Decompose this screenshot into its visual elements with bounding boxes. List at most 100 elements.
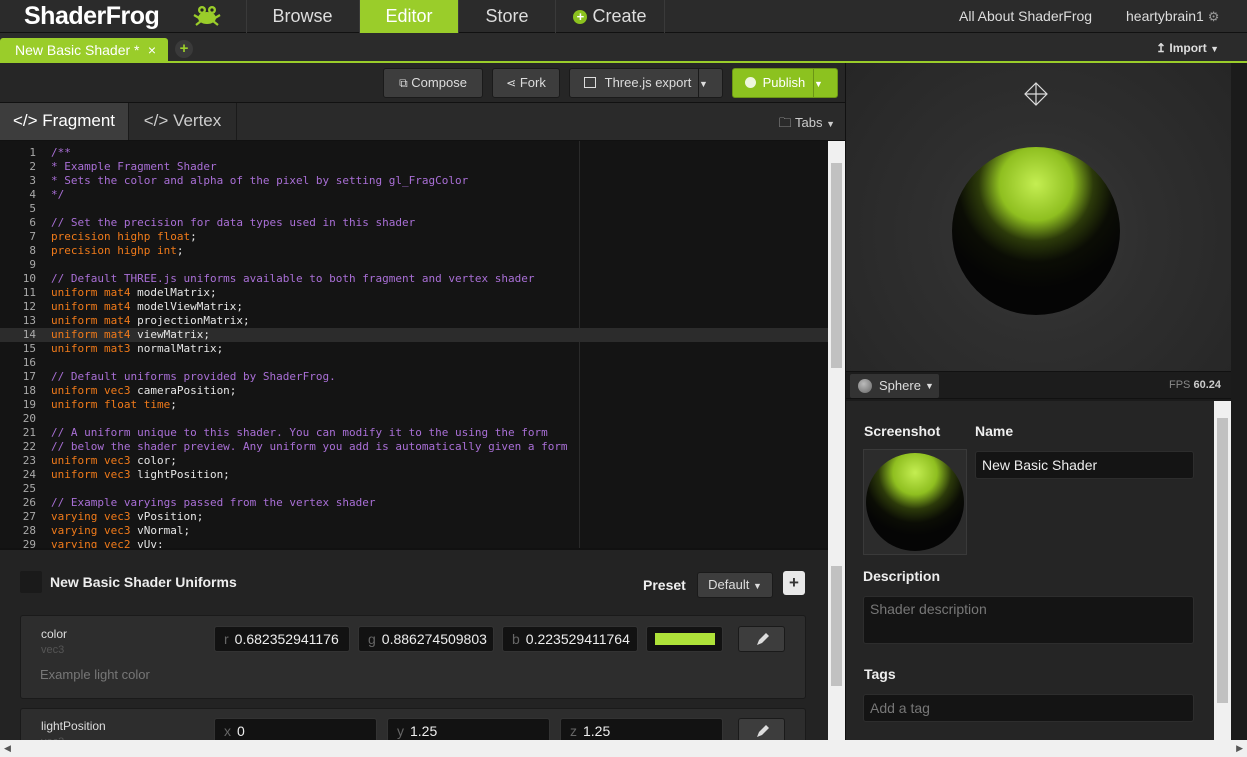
- color-b-field[interactable]: b 0.223529411764: [502, 626, 638, 652]
- code-line[interactable]: 12 uniform mat4 modelViewMatrix;: [0, 300, 828, 314]
- logo-text[interactable]: ShaderFrog: [24, 2, 160, 31]
- light-x-field[interactable]: x0: [214, 718, 377, 740]
- code-line[interactable]: 26 // Example varyings passed from the ve…: [0, 496, 828, 510]
- details-scrollbar[interactable]: [1214, 401, 1231, 740]
- r-label: r: [224, 631, 229, 647]
- threejs-export-button[interactable]: Three.js export ▼: [569, 68, 723, 98]
- line-number: 19: [22, 398, 36, 411]
- preset-dropdown[interactable]: Default ▼: [697, 572, 773, 598]
- code-line[interactable]: 22 // below the shader preview. Any unifo…: [0, 440, 828, 454]
- code-line[interactable]: 20: [0, 412, 828, 426]
- code-line[interactable]: 11 uniform mat4 modelMatrix;: [0, 286, 828, 300]
- line-number: 21: [22, 426, 36, 439]
- code-editor[interactable]: 1 /** 2 * Example Fragment Shader 3 * Sets th…: [0, 141, 828, 548]
- code-line[interactable]: 8 precision highp int;: [0, 244, 828, 258]
- code-line[interactable]: 6 // Set the precision for data types use…: [0, 216, 828, 230]
- geometry-dropdown[interactable]: Sphere ▼: [850, 374, 939, 398]
- editor-scrollbar-thumb[interactable]: [831, 163, 842, 368]
- code-line[interactable]: 9: [0, 258, 828, 272]
- code-line[interactable]: 10 // Default THREE.js uniforms available…: [0, 272, 828, 286]
- nav-editor[interactable]: Editor: [359, 0, 458, 33]
- right-panel: Sphere ▼ FPS 60.24 Screenshot Name New B…: [845, 63, 1247, 740]
- publish-dropdown-toggle[interactable]: ▼: [813, 69, 837, 97]
- line-code: uniform vec3 lightPosition;: [51, 468, 230, 482]
- tab-vertex[interactable]: </> Vertex: [129, 103, 237, 140]
- uniforms-toggle-checkbox[interactable]: [20, 571, 42, 593]
- compose-button[interactable]: ⧉ Compose: [383, 68, 483, 98]
- code-line[interactable]: 14 uniform mat4 viewMatrix;: [0, 328, 828, 342]
- code-line[interactable]: 25: [0, 482, 828, 496]
- shader-name-input[interactable]: New Basic Shader: [975, 451, 1194, 479]
- code-line[interactable]: 27 varying vec3 vPosition;: [0, 510, 828, 524]
- code-line[interactable]: 16: [0, 356, 828, 370]
- fork-button[interactable]: ⋖ Fork: [492, 68, 560, 98]
- code-line[interactable]: 1 /**: [0, 146, 828, 160]
- tab-fragment[interactable]: </> Fragment: [0, 103, 129, 140]
- uniform-name: color: [41, 627, 68, 641]
- line-number: 16: [22, 356, 36, 369]
- uniforms-panel: New Basic Shader Uniforms Preset Default…: [0, 548, 828, 740]
- code-line[interactable]: 28 varying vec3 vNormal;: [0, 524, 828, 538]
- tabs-menu[interactable]: 🗀 Tabs ▼: [779, 114, 835, 136]
- code-token: * Sets the color and alpha of the pixel …: [51, 174, 469, 187]
- line-code: uniform float time;: [51, 398, 177, 412]
- code-line[interactable]: 23 uniform vec3 color;: [0, 454, 828, 468]
- code-line[interactable]: 19 uniform float time;: [0, 398, 828, 412]
- page-horizontal-scrollbar[interactable]: ◀ ▶: [0, 740, 1247, 757]
- user-menu[interactable]: heartybrain1 ⚙: [1126, 8, 1219, 25]
- line-code: uniform vec3 color;: [51, 454, 177, 468]
- code-line[interactable]: 3 * Sets the color and alpha of the pixel…: [0, 174, 828, 188]
- line-number: 1: [29, 146, 36, 159]
- color-r-field[interactable]: r 0.682352941176: [214, 626, 350, 652]
- code-line[interactable]: 17 // Default uniforms provided by Shader…: [0, 370, 828, 384]
- uniforms-scrollbar-thumb[interactable]: [831, 566, 842, 686]
- code-line[interactable]: 18 uniform vec3 cameraPosition;: [0, 384, 828, 398]
- edit-uniform-button[interactable]: [738, 718, 785, 740]
- code-line[interactable]: 13 uniform mat4 projectionMatrix;: [0, 314, 828, 328]
- editor-scrollbar[interactable]: [828, 141, 845, 548]
- screenshot-thumbnail[interactable]: [863, 449, 967, 555]
- publish-button[interactable]: Publish ▼: [732, 68, 838, 98]
- code-line[interactable]: 5: [0, 202, 828, 216]
- description-label: Description: [863, 568, 941, 584]
- light-z-field[interactable]: z 1.25: [560, 718, 723, 740]
- light-y-field[interactable]: y 1.25: [387, 718, 550, 740]
- document-tab[interactable]: New Basic Shader * ×: [0, 38, 168, 63]
- color-g-field[interactable]: g 0.886274509803: [358, 626, 494, 652]
- tags-input[interactable]: Add a tag: [863, 694, 1194, 722]
- shader-preview-canvas[interactable]: [846, 63, 1231, 371]
- code-token: // Set the precision for data types used…: [51, 216, 416, 229]
- code-token: varying vec3: [51, 524, 138, 537]
- nav-browse[interactable]: Browse: [246, 0, 358, 33]
- code-token: uniform vec3: [51, 468, 138, 481]
- scroll-right-icon[interactable]: ▶: [1236, 743, 1243, 754]
- z-label: z: [570, 723, 577, 739]
- line-code: uniform mat4 modelViewMatrix;: [51, 300, 243, 314]
- publish-label: Publish: [762, 75, 806, 90]
- line-code: // below the shader preview. Any uniform…: [51, 440, 568, 454]
- caret-down-icon: ▼: [699, 79, 708, 89]
- code-line[interactable]: 7 precision highp float;: [0, 230, 828, 244]
- nav-about[interactable]: All About ShaderFrog: [959, 8, 1092, 24]
- code-line[interactable]: 24 uniform vec3 lightPosition;: [0, 468, 828, 482]
- line-number: 9: [29, 258, 36, 271]
- export-dropdown-toggle[interactable]: ▼: [698, 69, 722, 97]
- code-line[interactable]: 2 * Example Fragment Shader: [0, 160, 828, 174]
- nav-create[interactable]: + Create: [555, 0, 665, 33]
- description-textarea[interactable]: Shader description: [863, 596, 1194, 644]
- import-menu[interactable]: ↥ Import ▼: [1156, 41, 1219, 55]
- edit-uniform-button[interactable]: [738, 626, 785, 652]
- code-line[interactable]: 21 // A uniform unique to this shader. Yo…: [0, 426, 828, 440]
- code-line[interactable]: 4 */: [0, 188, 828, 202]
- details-scrollbar-thumb[interactable]: [1217, 418, 1228, 703]
- code-line[interactable]: 15 uniform mat3 normalMatrix;: [0, 342, 828, 356]
- code-line[interactable]: 29 varying vec2 vUv;: [0, 538, 828, 548]
- preview-controls: Sphere ▼ FPS 60.24: [846, 371, 1231, 399]
- color-swatch-picker[interactable]: [646, 626, 723, 652]
- add-uniform-button[interactable]: +: [783, 571, 805, 595]
- nav-store[interactable]: Store: [458, 0, 555, 33]
- uniforms-scrollbar[interactable]: [828, 548, 845, 740]
- add-tab-button[interactable]: +: [175, 40, 193, 58]
- scroll-left-icon[interactable]: ◀: [4, 743, 11, 754]
- close-tab-icon[interactable]: ×: [148, 38, 156, 62]
